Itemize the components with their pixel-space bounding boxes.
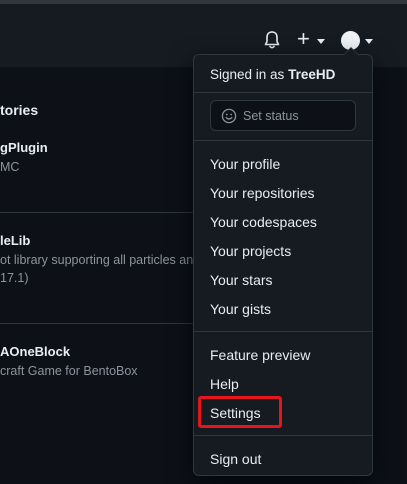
repo-description: ot library supporting all particles and — [0, 253, 201, 267]
chevron-down-icon[interactable] — [365, 39, 373, 44]
repo-link[interactable]: AOneBlock — [0, 344, 70, 359]
menu-divider — [194, 92, 372, 93]
menu-item-your-codespaces[interactable]: Your codespaces — [210, 214, 317, 230]
plus-icon[interactable]: + — [297, 28, 310, 50]
menu-item-your-gists[interactable]: Your gists — [210, 301, 271, 317]
repositories-heading: tories — [0, 102, 39, 118]
settings-highlight-annotation — [198, 396, 282, 428]
menu-divider — [194, 331, 372, 332]
repo-description: craft Game for BentoBox — [0, 364, 138, 378]
menu-item-feature-preview[interactable]: Feature preview — [210, 347, 310, 363]
menu-item-your-profile[interactable]: Your profile — [210, 156, 280, 172]
user-dropdown-menu: Signed in as TreeHD Set status Your prof… — [193, 47, 373, 476]
set-status-button[interactable]: Set status — [210, 100, 356, 131]
username: TreeHD — [288, 67, 336, 82]
menu-divider — [194, 140, 372, 141]
menu-item-your-projects[interactable]: Your projects — [210, 243, 291, 259]
divider — [0, 212, 200, 213]
menu-item-sign-out[interactable]: Sign out — [210, 451, 261, 467]
repo-description: MC — [0, 160, 20, 174]
menu-item-your-stars[interactable]: Your stars — [210, 272, 273, 288]
divider — [0, 323, 200, 324]
menu-divider — [194, 435, 372, 436]
menu-item-your-repositories[interactable]: Your repositories — [210, 185, 315, 201]
bell-icon[interactable] — [263, 30, 281, 50]
chevron-down-icon[interactable] — [317, 39, 325, 44]
repo-link[interactable]: leLib — [0, 233, 30, 248]
menu-item-help[interactable]: Help — [210, 376, 239, 392]
status-placeholder: Set status — [243, 109, 299, 123]
repo-link[interactable]: gPlugin — [0, 140, 48, 155]
signed-in-prefix: Signed in as — [210, 67, 285, 82]
signed-in-label: Signed in as TreeHD — [210, 67, 335, 82]
repo-description: 17.1) — [0, 271, 29, 285]
smiley-icon — [221, 108, 237, 124]
